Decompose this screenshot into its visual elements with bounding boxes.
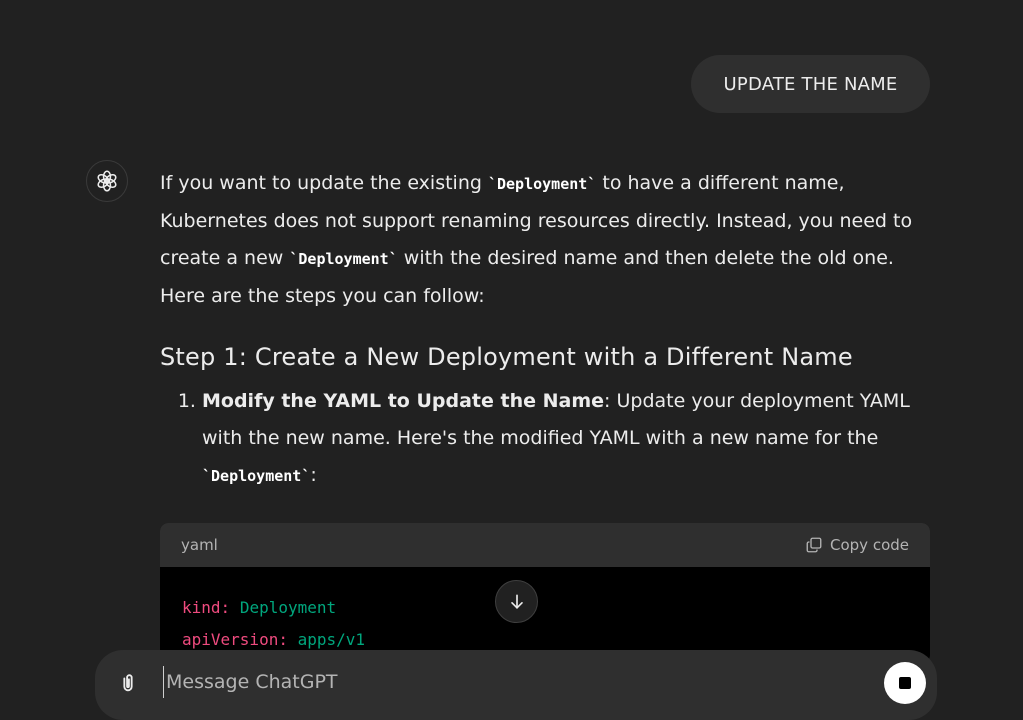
yaml-value: Deployment (239, 598, 337, 617)
list-item: Modify the YAML to Update the Name: Upda… (202, 383, 930, 495)
user-message-bubble: UPDATE THE NAME (691, 55, 930, 113)
message-input[interactable] (163, 666, 858, 698)
paperclip-icon (123, 674, 133, 692)
code-block-header: yaml Copy code (160, 523, 930, 567)
assistant-intro-paragraph: If you want to update the existing `Depl… (160, 165, 930, 315)
assistant-avatar (86, 160, 128, 202)
code-block: yaml Copy code kind: Deployment apiVersi… (160, 523, 930, 663)
code-block-body: kind: Deployment apiVersion: apps/v1 (160, 567, 930, 663)
step-heading: Step 1: Create a New Deployment with a D… (160, 343, 853, 371)
yaml-key: apiVersion: (182, 630, 288, 649)
stop-icon (899, 677, 911, 689)
yaml-key: kind: (182, 598, 231, 617)
inline-code-deployment: `Deployment` (202, 467, 311, 485)
attach-button[interactable] (117, 670, 139, 700)
message-composer (95, 650, 937, 720)
step-bold-text: Modify the YAML to Update the Name (202, 390, 605, 412)
stop-generating-button[interactable] (884, 662, 926, 704)
step-tail: : (310, 464, 317, 486)
copy-icon (806, 537, 822, 553)
yaml-value: apps/v1 (297, 630, 366, 649)
inline-code-deployment: `Deployment` (289, 250, 398, 268)
code-language-label: yaml (181, 536, 218, 554)
steps-list: Modify the YAML to Update the Name: Upda… (160, 383, 930, 495)
copy-code-button[interactable]: Copy code (805, 536, 909, 554)
user-message-text: UPDATE THE NAME (723, 73, 898, 95)
inline-code-deployment: `Deployment` (487, 175, 597, 193)
code-line: kind: Deployment (182, 592, 908, 624)
openai-logo-icon (97, 170, 117, 192)
intro-text-1: If you want to update the existing (160, 172, 488, 194)
copy-code-label: Copy code (830, 536, 909, 554)
arrow-down-icon (510, 594, 523, 609)
assistant-message: If you want to update the existing `Depl… (160, 165, 930, 495)
scroll-to-bottom-button[interactable] (495, 580, 538, 623)
